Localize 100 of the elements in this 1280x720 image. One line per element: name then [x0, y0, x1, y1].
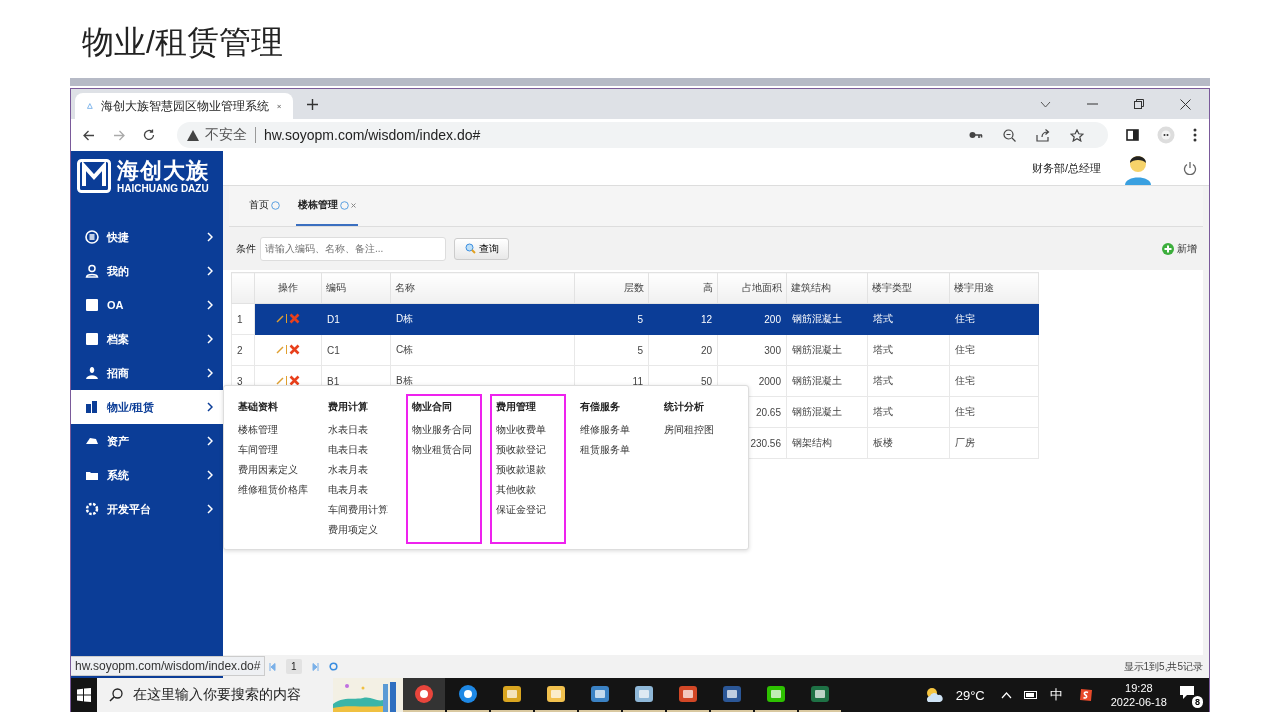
table-cell: D1: [327, 313, 340, 325]
clock-time[interactable]: 19:28: [1125, 681, 1153, 695]
menu-heading: 统计分析: [664, 400, 705, 414]
menu-item[interactable]: 租赁服务单: [580, 440, 644, 460]
sidebar-item[interactable]: 招商: [71, 356, 223, 390]
sidebar-item[interactable]: 开发平台: [71, 492, 223, 526]
sidebar-item[interactable]: OA: [71, 288, 223, 322]
menu-item[interactable]: 其他收款: [496, 480, 560, 500]
delete-icon[interactable]: [289, 313, 300, 325]
browser-tab[interactable]: 海创大族智慧园区物业管理系统: [75, 93, 293, 119]
menu-item[interactable]: 预收款登记: [496, 440, 560, 460]
page-summary: 显示1到5,共5记录: [1123, 659, 1203, 674]
sidebar-item[interactable]: 快捷: [71, 220, 223, 254]
share-icon[interactable]: [1036, 128, 1050, 142]
sidebar-item[interactable]: 系统: [71, 458, 223, 492]
menu-item[interactable]: 水表日表: [328, 420, 392, 440]
menu-item[interactable]: 房间租控图: [664, 420, 728, 440]
table-cell: 塔式: [873, 344, 893, 355]
menu-item[interactable]: 费用因素定义: [238, 460, 308, 480]
sidebar-item[interactable]: 我的: [71, 254, 223, 288]
menu-item[interactable]: 费用项定义: [328, 520, 392, 540]
table-cell: 塔式: [873, 313, 893, 324]
chevron-right-icon: [207, 402, 213, 412]
table-row[interactable]: 1 D1 D栋 5 12 200 钢筋混凝土 塔式 住宅: [231, 303, 1039, 335]
building-icon: [85, 400, 99, 414]
clock-date[interactable]: 2022-06-18: [1110, 695, 1167, 709]
delete-icon[interactable]: [289, 375, 300, 387]
address-bar[interactable]: 不安全 hw.soyopm.com/wisdom/index.do#: [177, 122, 1108, 148]
windows-icon[interactable]: [77, 688, 91, 702]
menu-item[interactable]: 保证金登记: [496, 500, 560, 520]
menu-heading: 基础资料: [238, 400, 279, 414]
sidebar-item[interactable]: 资产: [71, 424, 223, 458]
search-field[interactable]: 请输入编码、名称、备注...: [260, 236, 446, 261]
quick-icon: [85, 230, 99, 244]
menu-item[interactable]: 物业租赁合同: [412, 440, 476, 460]
menu-heading: 费用管理: [496, 400, 537, 414]
sidebar-item[interactable]: 物业/租赁: [71, 390, 223, 424]
key-icon[interactable]: [969, 131, 983, 139]
menu-item[interactable]: 物业服务合同: [412, 420, 476, 440]
add-button[interactable]: 新增: [1162, 241, 1197, 256]
table-row[interactable]: 2 C1 C栋 5 20 300 钢筋混凝土 塔式 住宅: [231, 334, 1039, 366]
row-number: 2: [237, 344, 243, 356]
menu-item[interactable]: 预收款退款: [496, 460, 560, 480]
menu-item[interactable]: 楼栋管理: [238, 420, 308, 440]
chevron-right-icon: [207, 368, 213, 378]
slide-title: 物业/租赁管理: [81, 23, 284, 62]
star-icon[interactable]: [1070, 128, 1084, 142]
close-icon[interactable]: [1180, 98, 1191, 110]
column-header: 编码: [321, 272, 391, 304]
search-button[interactable]: 查询: [454, 237, 509, 260]
menu-heading: 物业合同: [412, 400, 453, 414]
table-cell: 230.56: [750, 437, 781, 449]
menu-item[interactable]: 维修租赁价格库: [238, 480, 308, 500]
page-tab[interactable]: 楼栋管理: [296, 186, 358, 226]
power-icon[interactable]: [1183, 161, 1197, 175]
page-tab[interactable]: 首页: [247, 186, 282, 226]
logo-icon: [77, 159, 111, 193]
chevron-right-icon: [207, 266, 213, 276]
menu-item[interactable]: 物业收费单: [496, 420, 560, 440]
column-header: 建筑结构: [786, 272, 868, 304]
menu-item[interactable]: 电表月表: [328, 480, 392, 500]
input-method[interactable]: 中: [1049, 686, 1063, 704]
restore-icon[interactable]: [1134, 99, 1144, 109]
table-cell: C1: [327, 344, 340, 356]
input-method-icon[interactable]: [1078, 688, 1093, 702]
table-cell: 20: [700, 344, 712, 356]
column-header: 层数: [574, 272, 649, 304]
menu-item[interactable]: 电表日表: [328, 440, 392, 460]
table-cell: D栋: [396, 313, 414, 324]
chevron-up-icon[interactable]: [1000, 691, 1012, 699]
notification-icon[interactable]: [1179, 685, 1195, 700]
taskbar-search[interactable]: 在这里输入你要搜索的内容: [97, 678, 403, 712]
chevron-down-icon[interactable]: [1040, 100, 1051, 108]
page-number[interactable]: 1: [286, 659, 302, 674]
side-panel-icon[interactable]: [1126, 129, 1139, 141]
refresh-icon[interactable]: [328, 662, 338, 671]
row-number: 1: [237, 313, 243, 325]
sidebar-item[interactable]: 档案: [71, 322, 223, 356]
menu-heading: 有偿服务: [580, 400, 621, 414]
menu-item[interactable]: 维修服务单: [580, 420, 644, 440]
menu-item[interactable]: 水表月表: [328, 460, 392, 480]
edit-icon[interactable]: [276, 314, 284, 323]
column-header: 楼宇类型: [867, 272, 950, 304]
new-tab-icon[interactable]: [307, 98, 318, 110]
reload-icon[interactable]: [143, 129, 155, 141]
settings-icon: [85, 502, 99, 516]
battery-icon[interactable]: [1023, 691, 1038, 699]
table-cell: 钢架结构: [792, 437, 832, 448]
back-icon[interactable]: [83, 129, 95, 141]
zoom-out-icon[interactable]: [1003, 128, 1016, 142]
temperature[interactable]: 29°C: [955, 687, 985, 703]
menu-icon[interactable]: [1193, 128, 1197, 142]
browser-icon[interactable]: [414, 684, 434, 704]
menu-item[interactable]: 车间费用计算: [328, 500, 392, 520]
circle-icon: [271, 200, 280, 210]
table-cell: 5: [637, 344, 643, 356]
delete-icon[interactable]: [289, 344, 300, 356]
browser-icon[interactable]: [458, 684, 478, 704]
menu-item[interactable]: 车间管理: [238, 440, 308, 460]
table-cell: 住宅: [955, 313, 975, 324]
